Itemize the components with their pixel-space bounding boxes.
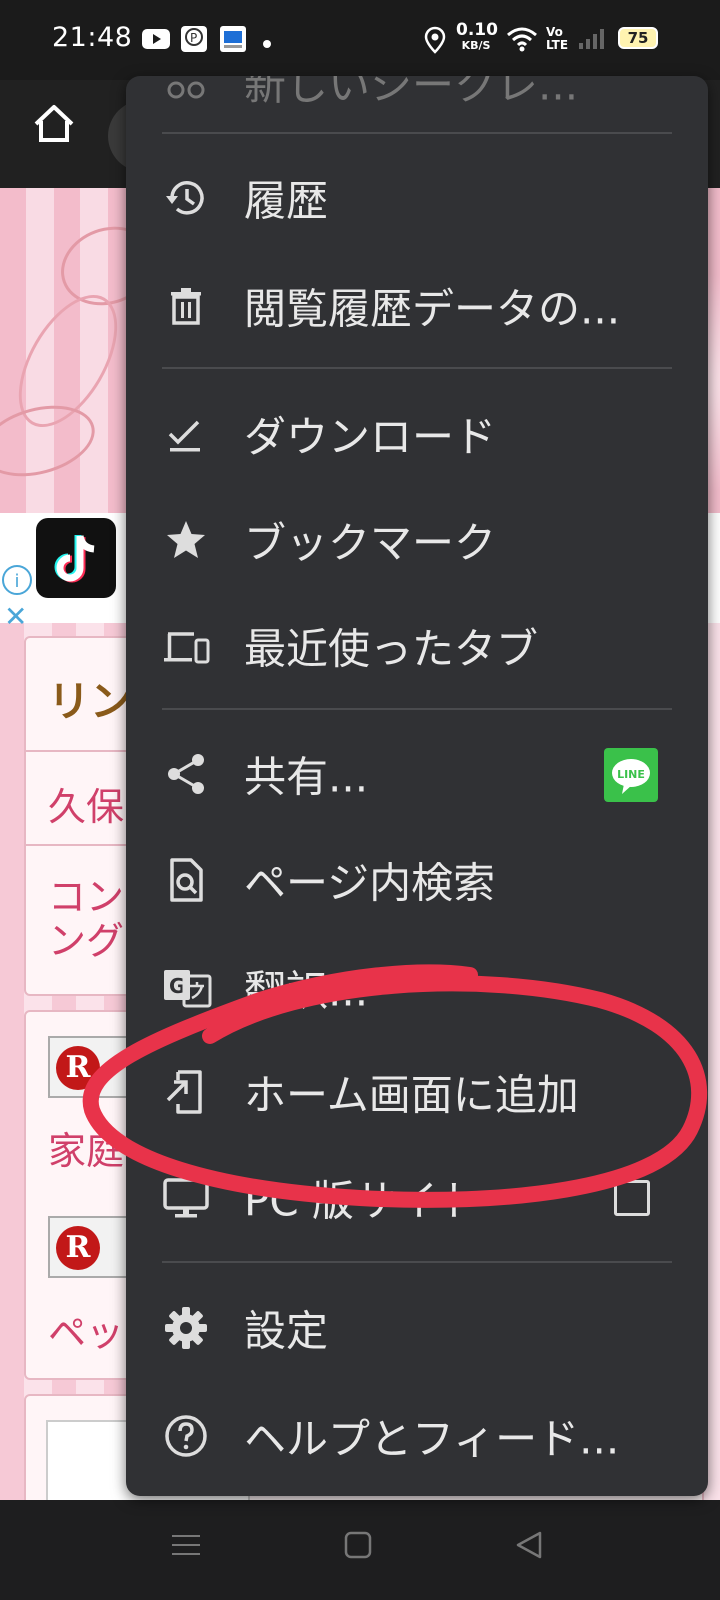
download-icon [162,410,210,458]
status-time: 21:48 [52,22,133,53]
tiktok-icon[interactable] [36,518,116,602]
net-speed-value: 0.10 [456,20,498,40]
recents-menu-icon[interactable] [170,1530,202,1564]
menu-item-history[interactable]: 履歴 [126,148,708,248]
menu-divider [162,132,672,134]
menu-item-label: ブックマーク [244,518,497,568]
menu-item-translate[interactable]: G 翻訳... [126,938,708,1038]
menu-item-new-incognito-tab[interactable]: 新しいシークレ... [126,76,708,132]
line-share-icon[interactable]: LINE [604,748,658,802]
net-speed: 0.10 KB/S [456,20,498,54]
menu-item-clear-browsing-data[interactable]: 閲覧履歴データの... [126,256,708,356]
menu-item-label: ダウンロード [244,412,497,462]
star-icon [162,516,210,564]
gear-icon [162,1304,210,1352]
menu-item-bookmarks[interactable]: ブックマーク [126,490,708,590]
menu-item-recent-tabs[interactable]: 最近使ったタブ [126,596,708,696]
menu-item-label: ヘルプとフィード... [244,1414,620,1464]
menu-item-label: 新しいシークレ... [244,76,579,110]
menu-item-label: ページ内検索 [244,858,496,908]
menu-divider [162,708,672,710]
location-icon [424,26,446,58]
menu-item-downloads[interactable]: ダウンロード [126,384,708,484]
card-heading: リン [48,677,133,726]
ad-close-icon[interactable]: ✕ [4,603,27,631]
menu-item-label: 履歴 [244,176,329,226]
status-bar: 21:48 P 0.10 KB/S Vo LTE 75 [0,0,720,80]
notification-dot-icon [262,34,272,53]
share-icon [162,750,210,798]
devices-icon [162,622,210,670]
menu-item-label: PC 版サイト [244,1176,481,1226]
card-link[interactable]: 久保 [48,776,124,831]
translate-icon: G [162,964,212,1012]
card-link[interactable]: ング [48,910,124,965]
news-app-icon [219,25,247,57]
find-in-page-icon [162,856,210,904]
menu-item-find-in-page[interactable]: ページ内検索 [126,830,708,930]
parking-app-icon: P [180,25,208,57]
trash-icon [162,282,210,330]
wifi-icon [506,26,538,56]
help-icon [162,1412,210,1460]
menu-item-desktop-site[interactable]: PC 版サイト [126,1148,708,1248]
menu-item-label: 設定 [244,1306,329,1356]
menu-item-share[interactable]: 共有... LINE [126,724,708,824]
menu-divider [162,367,672,369]
menu-item-help-feedback[interactable]: ヘルプとフィード... [126,1386,708,1486]
youtube-icon [142,28,170,54]
menu-item-settings[interactable]: 設定 [126,1278,708,1378]
add-to-home-icon [162,1068,210,1116]
card-link[interactable]: 家庭 [48,1120,124,1175]
svg-text:P: P [190,31,197,45]
signal-icon [578,27,606,55]
menu-item-label: ホーム画面に追加 [244,1070,579,1120]
desktop-site-checkbox[interactable] [614,1180,650,1216]
history-icon [162,174,210,222]
ad-info-icon[interactable]: i [2,565,32,595]
menu-divider [162,1261,672,1263]
back-nav-icon[interactable] [514,1530,544,1564]
ranking-badge-logo: R [56,1046,100,1090]
ranking-badge-logo: R [56,1226,100,1270]
net-speed-unit: KB/S [461,39,491,52]
home-icon[interactable] [30,100,78,152]
home-nav-icon[interactable] [343,1530,373,1564]
menu-item-label: 最近使ったタブ [244,624,539,674]
card-link[interactable]: ペッ [48,1302,124,1357]
menu-item-add-to-home-screen[interactable]: ホーム画面に追加 [126,1042,708,1142]
desktop-icon [162,1174,210,1222]
battery-level: 75 [627,29,649,47]
menu-item-label: 閲覧履歴データの... [244,284,621,334]
menu-item-label: 共有... [244,752,369,802]
menu-item-label: 翻訳... [244,966,369,1016]
volte-icon: Vo LTE [546,26,568,52]
line-badge-text: LINE [617,768,645,781]
browser-overflow-menu: 新しいシークレ... 履歴 閲覧履歴データの... ダウンロード ブックマーク … [126,76,708,1496]
incognito-icon [162,76,210,106]
battery-icon: 75 [618,27,658,49]
volte-bottom: LTE [546,38,569,52]
system-nav-bar [0,1500,720,1600]
